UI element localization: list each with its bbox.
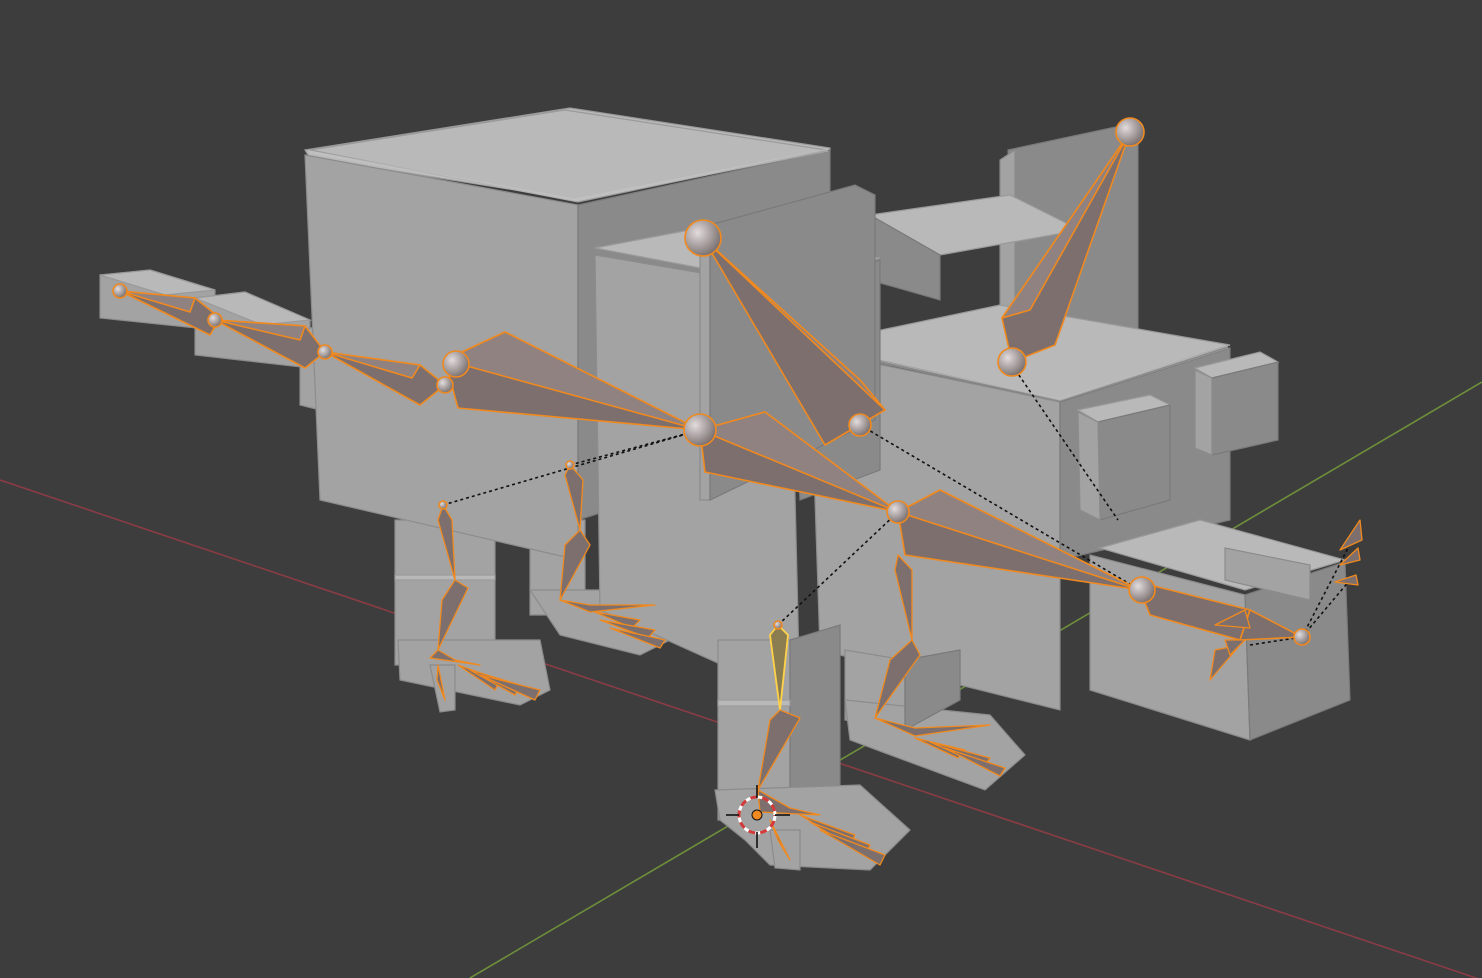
3d-viewport[interactable] [0,0,1482,978]
rear-left-leg-mesh [394,519,551,713]
head-mesh [1076,351,1351,741]
dinosaur-mesh[interactable] [99,107,1351,871]
